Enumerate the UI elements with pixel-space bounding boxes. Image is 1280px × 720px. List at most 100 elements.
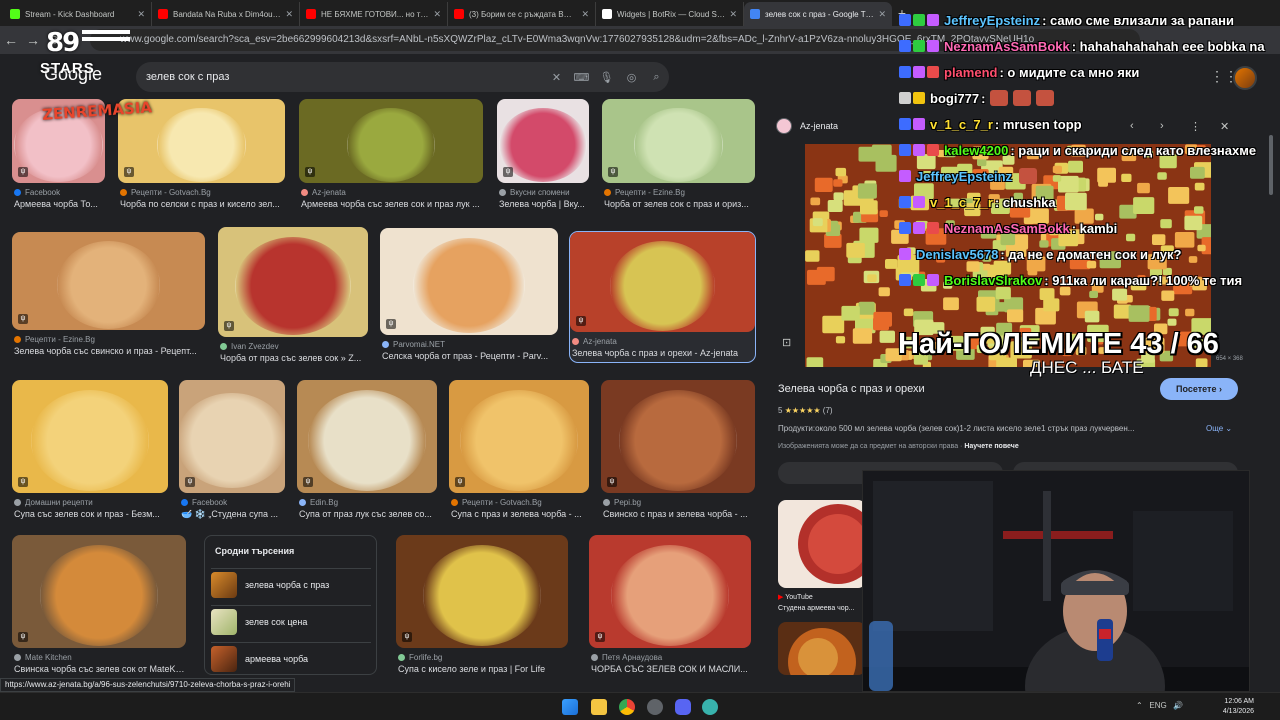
lens-icon[interactable]: ◎ bbox=[619, 71, 644, 84]
close-tab-icon[interactable]: ✕ bbox=[581, 9, 589, 20]
close-tab-icon[interactable]: ✕ bbox=[137, 9, 145, 20]
result-caption[interactable]: Чорба от зелев сок с праз и ориз... bbox=[604, 199, 755, 209]
result-thumbnail[interactable]: ψ bbox=[602, 99, 755, 183]
image-result[interactable]: ψ Edin.Bg Супа от праз лук със зелев со... bbox=[297, 380, 437, 523]
image-result[interactable]: ψ Az-jenata Армеева чорба със зелев сок и … bbox=[299, 99, 483, 213]
tab[interactable]: зелев сок с праз - Google Търс ✕ bbox=[744, 2, 892, 26]
result-caption[interactable]: Свинско с праз и зелева чорба - ... bbox=[603, 509, 755, 519]
prev-icon[interactable]: ‹ bbox=[1130, 120, 1134, 132]
avatar[interactable] bbox=[1233, 66, 1257, 90]
image-result[interactable]: ψ Рецепти - Ezine.Bg Чорба от зелев сок с … bbox=[602, 99, 755, 213]
related-item[interactable]: зелева чорба с праз bbox=[211, 568, 371, 600]
close-tab-icon[interactable]: ✕ bbox=[285, 9, 293, 20]
folder-icon[interactable] bbox=[591, 699, 607, 715]
yt-caption[interactable]: Студена армеева чор... bbox=[778, 605, 868, 612]
result-thumbnail[interactable]: ψ bbox=[449, 380, 589, 493]
system-tray[interactable]: ⌃ ENG 🔊 bbox=[1136, 701, 1183, 710]
chat-username[interactable]: v_1_c_7_r bbox=[930, 117, 993, 132]
result-thumbnail[interactable]: ψ bbox=[396, 535, 568, 648]
related-item[interactable]: зелев сок цена bbox=[211, 605, 371, 637]
mic-icon[interactable]: 🎙 bbox=[594, 71, 619, 84]
related-image[interactable] bbox=[778, 622, 866, 675]
back-icon[interactable]: ← bbox=[0, 32, 22, 48]
tab[interactable]: Bandata Na Ruba x Dim4ou - Л ✕ bbox=[152, 2, 300, 26]
image-result[interactable]: ψ Рецепти - Ezine.Bg Зелева чорба със свин… bbox=[12, 232, 205, 360]
related-item[interactable]: армеева чорба bbox=[211, 642, 371, 674]
chat-username[interactable]: BorislavSlrakov bbox=[944, 273, 1042, 288]
chat-username[interactable]: Denislav5678 bbox=[916, 247, 998, 262]
panel-title[interactable]: Зелева чорба с праз и орехи bbox=[778, 383, 925, 395]
tab[interactable]: (3) Борим се с ръждата BMW ✕ bbox=[448, 2, 596, 26]
image-result[interactable]: ψ Forlife.bg Супа с кисело зеле и праз | F… bbox=[396, 535, 568, 678]
result-caption[interactable]: Армеева чорба със зелев сок и праз лук .… bbox=[301, 199, 483, 209]
result-thumbnail[interactable]: ψ bbox=[12, 535, 186, 648]
result-caption[interactable]: Армеева чорба То... bbox=[14, 199, 105, 209]
image-result[interactable]: ψ Mate Kitchen Свинска чорба със зелев сок… bbox=[12, 535, 186, 678]
search-query[interactable]: зелев сок с праз bbox=[146, 71, 544, 83]
image-result[interactable]: ψ Домашни рецепти Супа със зелев сок и пра… bbox=[12, 380, 168, 523]
result-caption[interactable]: 🥣 ❄️ „Студена супа ... bbox=[181, 509, 285, 520]
chat-username[interactable]: bogi777 bbox=[930, 91, 979, 106]
result-caption[interactable]: Свинска чорба със зелев сок от MateKit..… bbox=[14, 664, 186, 674]
result-thumbnail[interactable]: ψ bbox=[12, 232, 205, 330]
learn-more-link[interactable]: Научете повече bbox=[964, 443, 1018, 450]
chat-username[interactable]: JeffreyEpsteinz bbox=[944, 13, 1040, 28]
clock[interactable]: 12:06 AM 4/13/2026 bbox=[1208, 697, 1254, 717]
search-icon[interactable]: ⌕ bbox=[644, 71, 669, 84]
result-caption[interactable]: Супа със зелев сок и праз - Безм... bbox=[14, 509, 168, 519]
chat-username[interactable]: v_1_c_7_r bbox=[930, 195, 993, 210]
image-result[interactable]: ψ Facebook 🥣 ❄️ „Студена супа ... bbox=[179, 380, 285, 523]
image-result[interactable]: ψ Петя Арнаудова ЧОРБА СЪС ЗЕЛЕВ СОК И МАС… bbox=[589, 535, 751, 678]
result-caption[interactable]: Супа с праз и зелева чорба - ... bbox=[451, 509, 589, 519]
result-thumbnail[interactable]: ψ bbox=[601, 380, 755, 493]
app-icon[interactable] bbox=[702, 699, 718, 715]
result-caption[interactable]: Селска чорба от праз - Рецепти - Parv... bbox=[382, 351, 558, 361]
chat-username[interactable]: NeznamAsSamBokk bbox=[944, 39, 1070, 54]
chat-username[interactable]: JeffreyEpsteinz bbox=[916, 169, 1012, 184]
image-result[interactable]: ψ Pepi.bg Свинско с праз и зелева чорба - … bbox=[601, 380, 755, 523]
result-caption[interactable]: Зелева чорба | Вку... bbox=[499, 199, 589, 209]
panel-source[interactable]: Az-jenata bbox=[776, 118, 838, 134]
more-options-icon[interactable]: ⋮ bbox=[1190, 120, 1201, 133]
more-link[interactable]: Още ⌄ bbox=[1206, 424, 1232, 433]
related-image[interactable] bbox=[778, 500, 866, 588]
keyboard-icon[interactable]: ⌨ bbox=[569, 71, 594, 84]
result-caption[interactable]: Супа от праз лук със зелев со... bbox=[299, 509, 437, 519]
search-input[interactable]: зелев сок с праз ✕ ⌨ 🎙 ◎ ⌕ bbox=[136, 62, 669, 92]
image-result[interactable]: ψ Вкусни спомени Зелева чорба | Вку... bbox=[497, 99, 589, 213]
lens-search-icon[interactable]: ⊡ bbox=[782, 336, 791, 349]
close-tab-icon[interactable]: ✕ bbox=[433, 9, 441, 20]
result-thumbnail[interactable]: ψ bbox=[497, 99, 589, 183]
chat-username[interactable]: NeznamAsSamBokk bbox=[944, 221, 1070, 236]
close-icon[interactable]: ✕ bbox=[1220, 120, 1229, 133]
tab[interactable]: Widgets | BotRix — Cloud Strea ✕ bbox=[596, 2, 744, 26]
result-thumbnail[interactable]: ψ bbox=[297, 380, 437, 493]
result-thumbnail[interactable]: ψ bbox=[589, 535, 751, 648]
image-result[interactable]: ψ Parvomai.NET Селска чорба от праз - Реце… bbox=[380, 228, 558, 365]
close-tab-icon[interactable]: ✕ bbox=[729, 9, 737, 20]
tab[interactable]: Stream - Kick Dashboard ✕ bbox=[4, 2, 152, 26]
result-thumbnail[interactable]: ψ bbox=[299, 99, 483, 183]
image-result[interactable]: ψ Рецепти - Gotvach.Bg Супа с праз и зелев… bbox=[449, 380, 589, 523]
image-result[interactable]: ψ Az-jenata Зелева чорба с праз и орехи - … bbox=[569, 231, 756, 363]
chrome-icon[interactable] bbox=[619, 699, 635, 715]
scrollbar[interactable] bbox=[1267, 110, 1275, 690]
next-icon[interactable]: › bbox=[1160, 120, 1164, 132]
scrollbar-thumb[interactable] bbox=[1269, 135, 1273, 195]
result-thumbnail[interactable]: ψ bbox=[570, 232, 755, 332]
close-tab-icon[interactable]: ✕ bbox=[878, 9, 886, 20]
result-caption[interactable]: Зелева чорба със свинско и праз - Рецепт… bbox=[14, 346, 205, 356]
visit-button[interactable]: Посетете › bbox=[1160, 378, 1238, 400]
result-caption[interactable]: Чорба по селски с праз и кисело зел... bbox=[120, 199, 285, 209]
chat-username[interactable]: kalew4200 bbox=[944, 143, 1008, 158]
obs-icon[interactable] bbox=[647, 699, 663, 715]
result-caption[interactable]: Зелева чорба с праз и орехи - Az-jenata bbox=[572, 348, 755, 358]
result-caption[interactable]: ЧОРБА СЪС ЗЕЛЕВ СОК И МАСЛИ... bbox=[591, 664, 751, 674]
chat-username[interactable]: plamend bbox=[944, 65, 997, 80]
discord-icon[interactable] bbox=[675, 699, 691, 715]
result-thumbnail[interactable]: ψ bbox=[179, 380, 285, 493]
result-thumbnail[interactable]: ψ bbox=[380, 228, 558, 335]
result-caption[interactable]: Чорба от праз със зелев сок » Z... bbox=[220, 353, 368, 363]
clear-icon[interactable]: ✕ bbox=[544, 71, 569, 84]
result-thumbnail[interactable]: ψ bbox=[12, 380, 168, 493]
